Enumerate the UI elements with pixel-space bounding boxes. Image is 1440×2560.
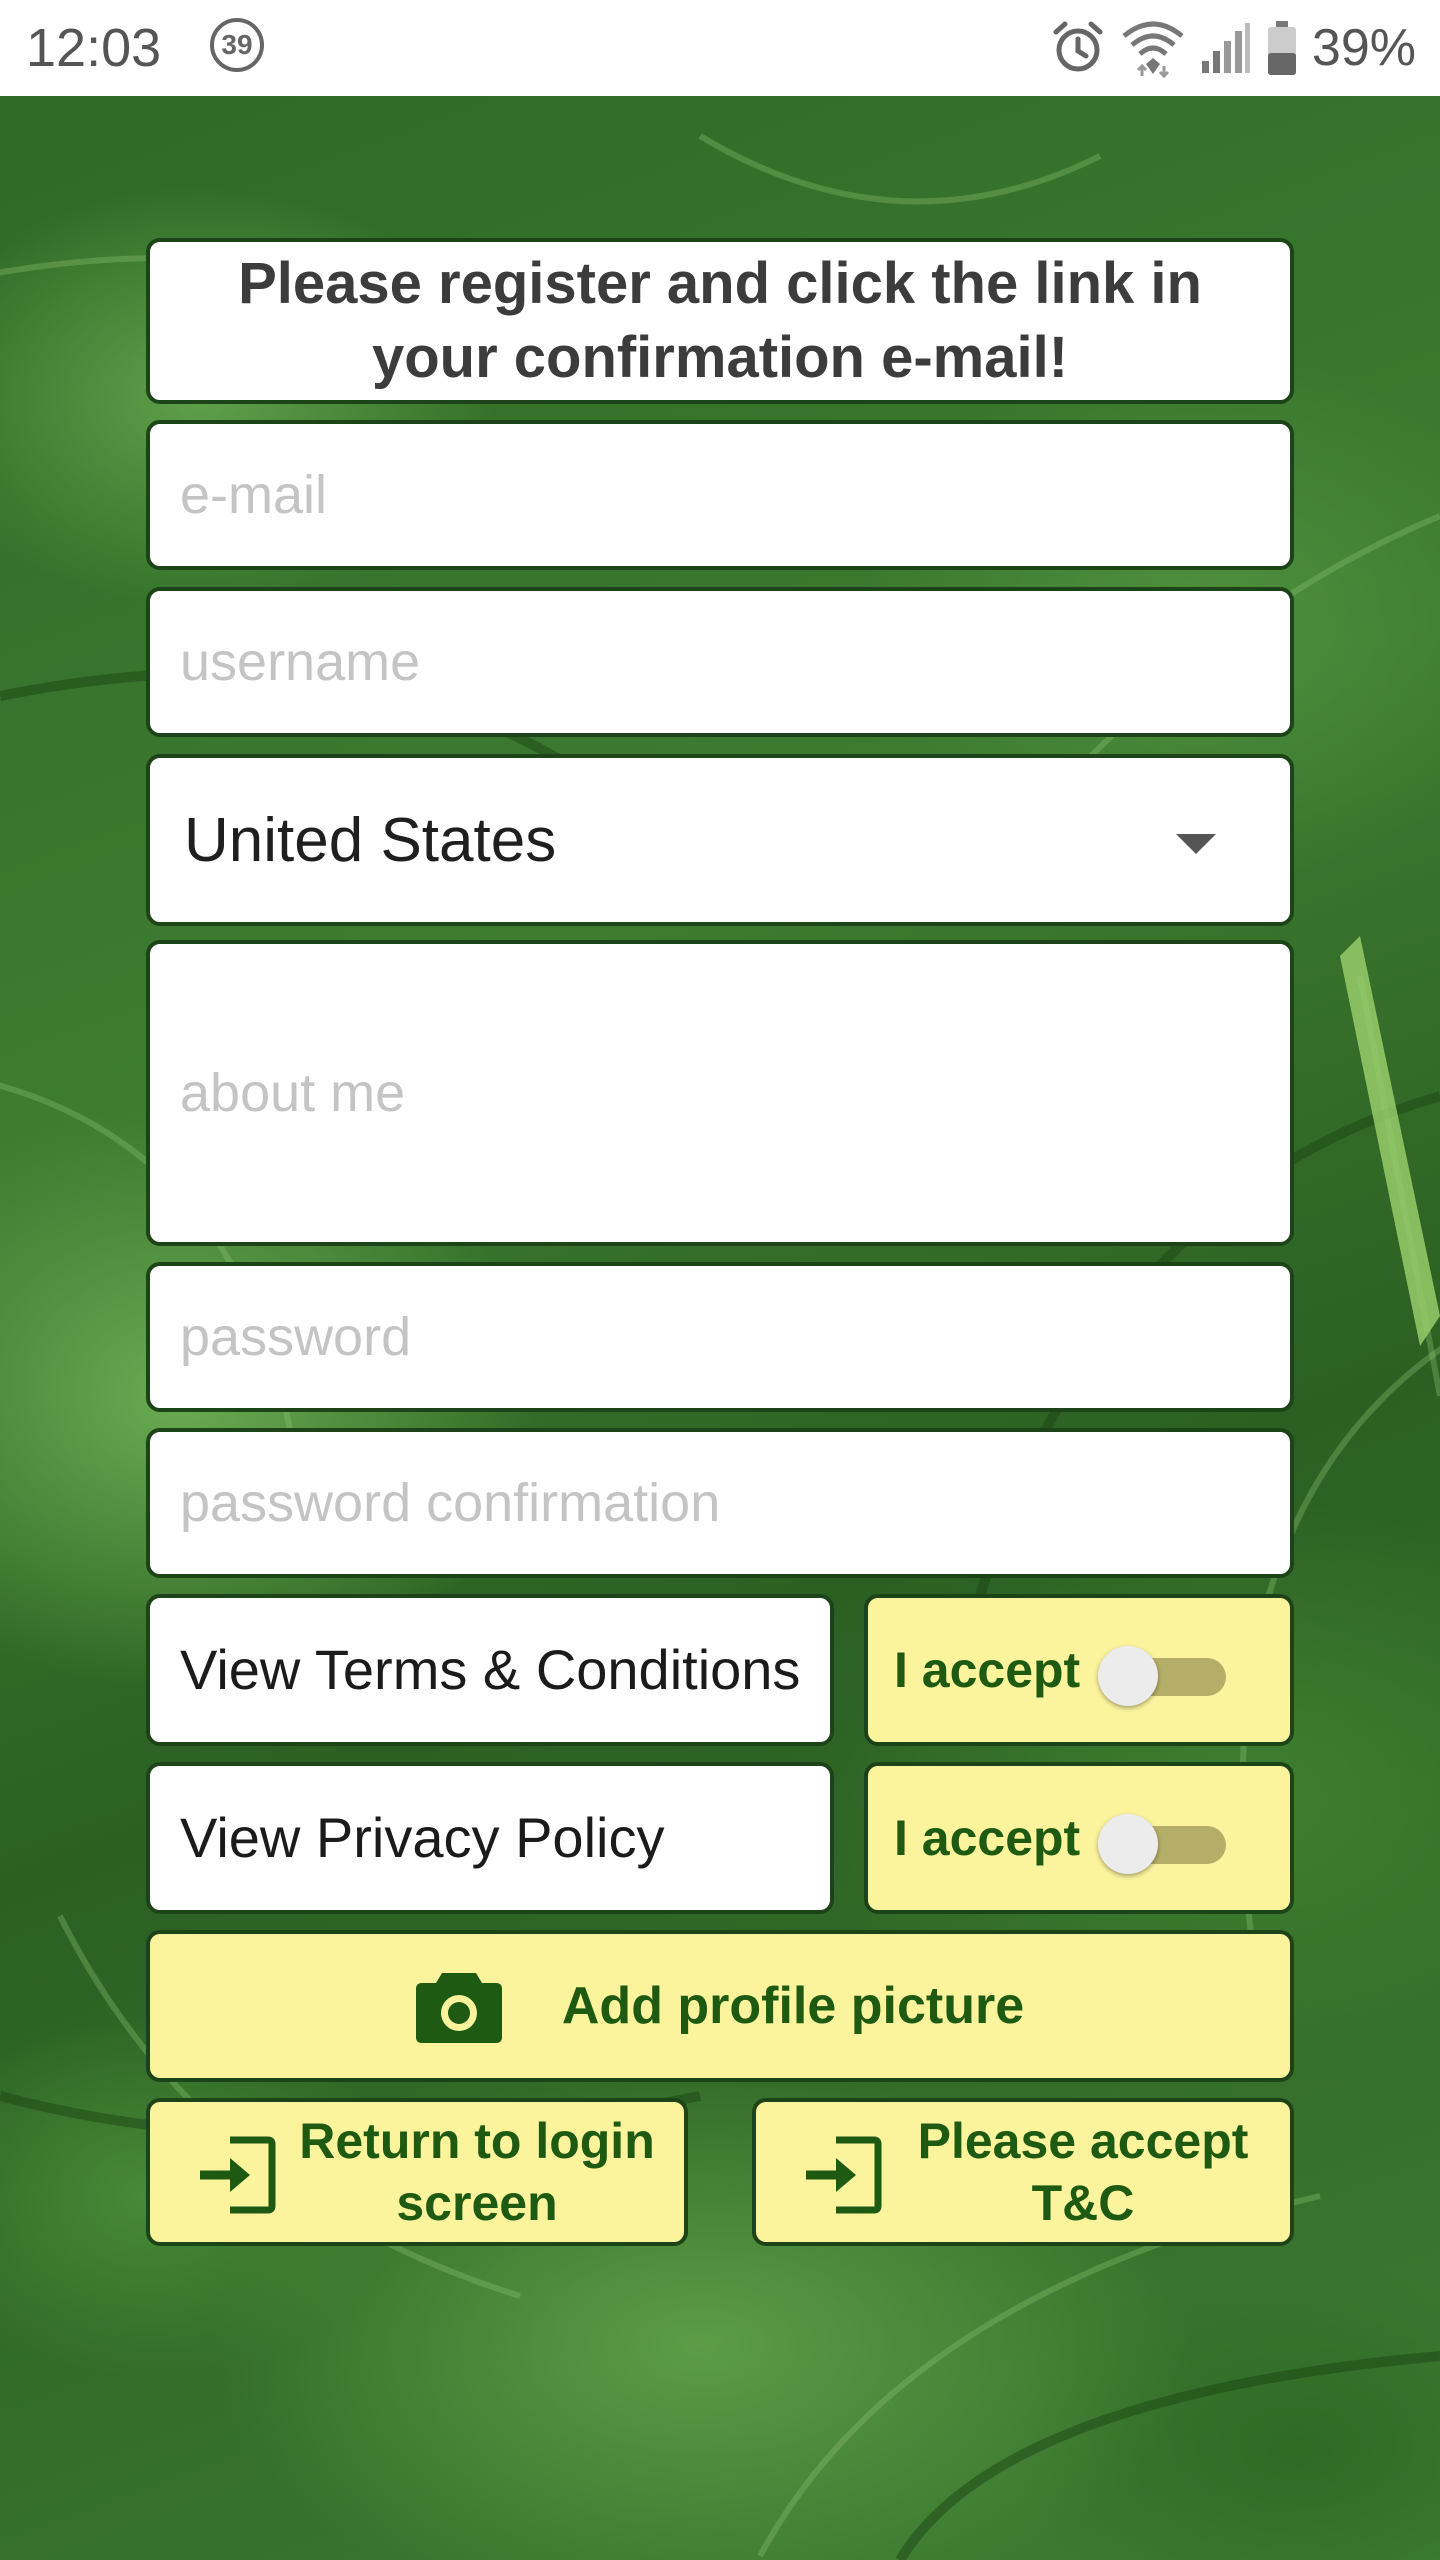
- username-field[interactable]: username: [146, 587, 1294, 737]
- dropdown-arrow-icon: [1176, 834, 1216, 854]
- view-terms-button[interactable]: View Terms & Conditions: [146, 1594, 834, 1746]
- password-confirmation-field[interactable]: password confirmation: [146, 1428, 1294, 1578]
- battery-percent: 39%: [1311, 19, 1416, 77]
- return-to-login-label: Return to login screen: [299, 2113, 655, 2231]
- terms-accept-label: I accept: [894, 1642, 1081, 1698]
- password-field[interactable]: password: [146, 1262, 1294, 1412]
- privacy-accept-row: I accept: [864, 1762, 1294, 1914]
- notification-count-badge: 39: [210, 18, 264, 72]
- login-icon: [200, 2136, 276, 2214]
- status-time: 12:03: [26, 18, 162, 78]
- add-profile-picture-button[interactable]: Add profile picture: [146, 1930, 1294, 2082]
- add-profile-picture-label: Add profile picture: [561, 1977, 1025, 2035]
- wifi-icon: [1122, 21, 1184, 78]
- toggle-thumb: [1098, 1814, 1158, 1874]
- battery-icon: [1267, 21, 1296, 75]
- email-field[interactable]: e-mail: [146, 420, 1294, 570]
- alarm-icon: [1053, 21, 1103, 72]
- country-selected-value: United States: [184, 805, 557, 875]
- terms-accept-row: I accept: [864, 1594, 1294, 1746]
- login-icon: [806, 2136, 882, 2214]
- accept-tc-label: Please accept T&C: [917, 2113, 1249, 2231]
- status-icons: 39%: [1050, 16, 1416, 80]
- registration-form: Please register and click the link in yo…: [0, 0, 1440, 2560]
- status-bar: 12:03 39 39%: [0, 0, 1440, 96]
- country-select[interactable]: United States: [146, 754, 1294, 926]
- about-me-field[interactable]: about me: [146, 940, 1294, 1246]
- camera-icon: [415, 1973, 502, 2043]
- terms-accept-toggle[interactable]: [1098, 1646, 1230, 1706]
- view-privacy-button[interactable]: View Privacy Policy: [146, 1762, 834, 1914]
- registration-instructions: Please register and click the link in yo…: [146, 238, 1294, 404]
- privacy-accept-toggle[interactable]: [1098, 1814, 1230, 1874]
- toggle-thumb: [1098, 1646, 1158, 1706]
- signal-icon: [1201, 23, 1250, 73]
- accept-tc-submit-button[interactable]: Please accept T&C: [752, 2098, 1294, 2246]
- return-to-login-button[interactable]: Return to login screen: [146, 2098, 688, 2246]
- privacy-accept-label: I accept: [894, 1810, 1081, 1866]
